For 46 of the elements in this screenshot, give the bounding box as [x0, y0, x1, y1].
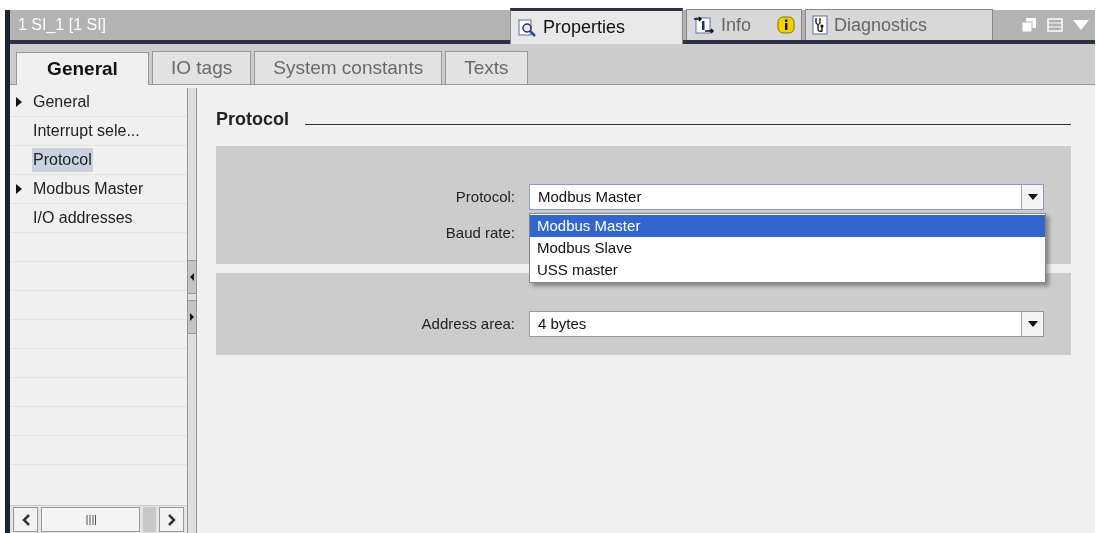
dropdown-arrow-button[interactable] — [1021, 185, 1043, 209]
scroll-right-button[interactable] — [159, 507, 184, 532]
nav-item[interactable]: Protocol — [10, 146, 187, 175]
dropdown-option[interactable]: USS master — [530, 259, 1045, 281]
tab[interactable]: Texts — [445, 51, 528, 84]
window-title: 1 SI_1 [1 SI] — [17, 15, 108, 35]
scroll-left-button[interactable] — [13, 507, 38, 532]
dropdown-field[interactable]: Modbus Master — [529, 184, 1044, 210]
dropdown-value: 4 bytes — [537, 313, 588, 334]
inspector-tab[interactable]: Info — [686, 9, 802, 40]
dropdown-arrow-button[interactable] — [1021, 312, 1043, 336]
triangle-right-icon — [190, 313, 194, 321]
chevron-left-icon — [21, 513, 30, 526]
field-label: Protocol: — [454, 186, 515, 207]
triangle-left-icon — [190, 273, 194, 281]
collapse-left-button[interactable] — [188, 260, 196, 294]
nav-item[interactable]: General — [10, 88, 187, 117]
magnifier-document-icon — [517, 17, 537, 38]
expand-triangle-icon — [16, 184, 22, 194]
scroll-track[interactable] — [143, 507, 156, 532]
dropdown-field[interactable]: 4 bytes — [529, 311, 1044, 337]
tab[interactable]: General — [16, 52, 149, 85]
dropdown-value: Modbus Master — [537, 186, 643, 207]
info-badge-icon — [777, 16, 795, 34]
caret-down-icon — [1027, 321, 1038, 327]
caret-down-icon — [1027, 194, 1038, 200]
stethoscope-icon — [812, 15, 828, 35]
inspector-tab[interactable]: Properties — [510, 8, 683, 44]
field-label: Baud rate: — [444, 222, 515, 243]
expand-right-button[interactable] — [188, 300, 196, 334]
field-label: Address area: — [420, 313, 515, 334]
section-title: Protocol — [216, 107, 289, 131]
scroll-thumb[interactable] — [41, 507, 140, 532]
nav-item[interactable]: Modbus Master — [10, 175, 187, 204]
dropdown-option[interactable]: Modbus Slave — [530, 237, 1045, 259]
dropdown-option[interactable]: Modbus Master — [530, 215, 1045, 237]
grip-icon — [85, 514, 96, 525]
info-arrows-icon — [693, 15, 715, 35]
tab[interactable]: IO tags — [152, 51, 252, 84]
tab[interactable]: System constants — [254, 51, 443, 84]
nav-item[interactable]: I/O addresses — [10, 204, 187, 233]
expand-triangle-icon — [16, 97, 22, 107]
chevron-right-icon — [167, 513, 176, 526]
inspector-tab[interactable]: Diagnostics — [805, 9, 993, 40]
nav-item[interactable]: Interrupt sele... — [10, 117, 187, 146]
horizontal-scrollbar[interactable] — [10, 505, 187, 533]
